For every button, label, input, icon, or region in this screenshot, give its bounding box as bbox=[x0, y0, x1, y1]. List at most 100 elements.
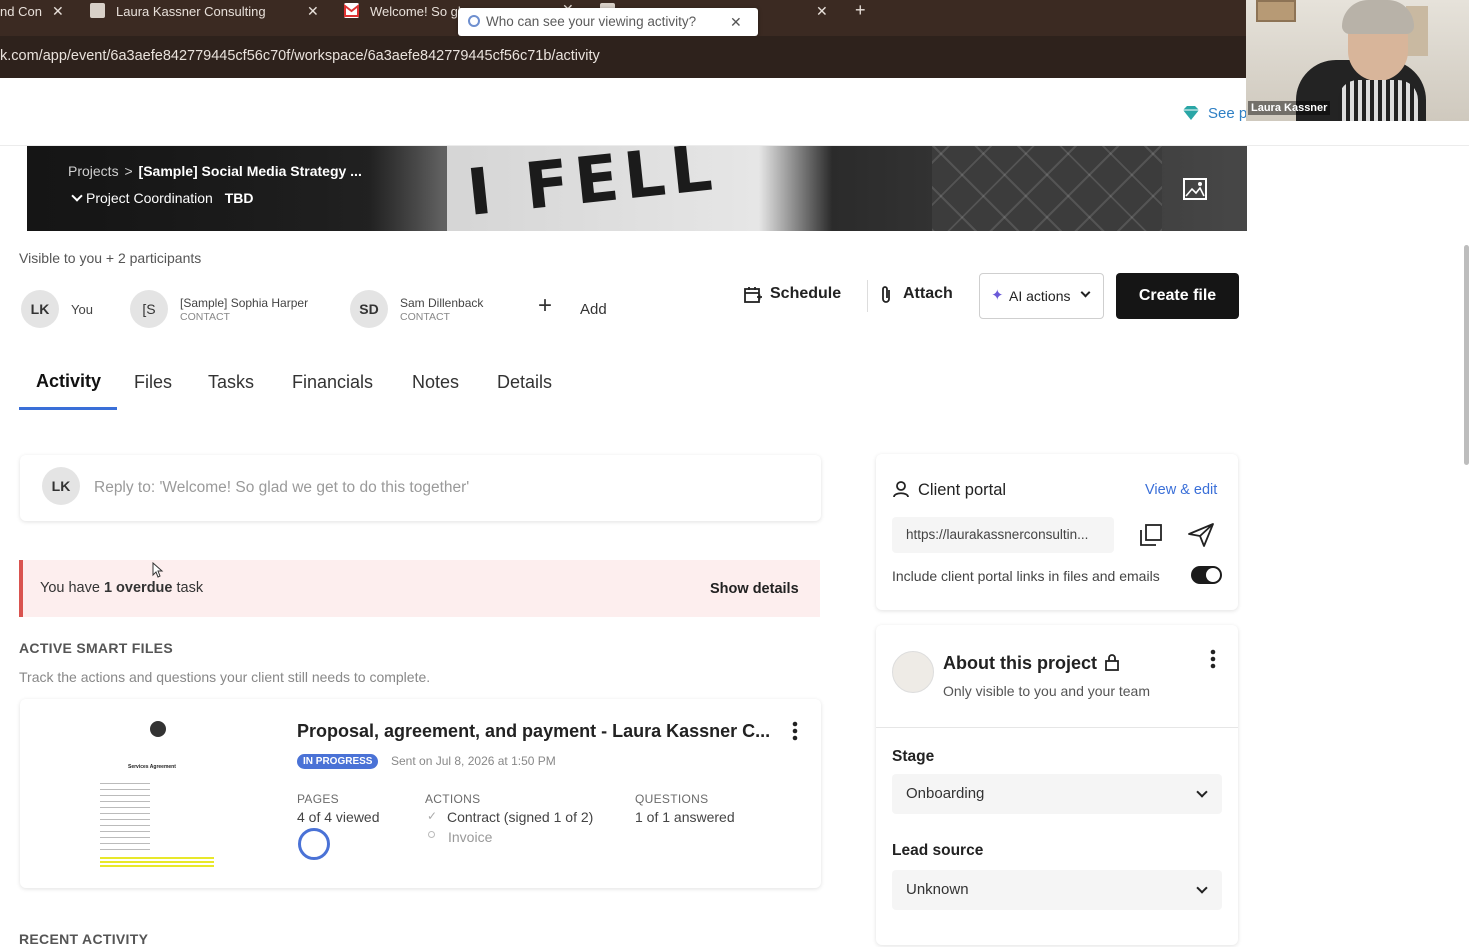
tab-tasks[interactable]: Tasks bbox=[208, 372, 254, 393]
add-participant-button[interactable]: + Add bbox=[530, 292, 620, 328]
smart-files-heading: ACTIVE SMART FILES bbox=[19, 640, 173, 656]
create-file-button[interactable]: Create file bbox=[1116, 273, 1239, 319]
gmail-icon bbox=[344, 3, 359, 18]
participant-role: CONTACT bbox=[180, 311, 230, 323]
avatar[interactable]: LK bbox=[21, 290, 59, 328]
smart-file-card[interactable]: Services Agreement Proposal, agreement, … bbox=[20, 699, 821, 888]
show-details-button[interactable]: Show details bbox=[710, 581, 799, 597]
logo-mark bbox=[150, 721, 166, 737]
viewing-activity-popup[interactable]: Who can see your viewing activity? ✕ bbox=[458, 8, 758, 36]
change-cover-image-icon[interactable] bbox=[1183, 178, 1207, 205]
avatar[interactable]: [S bbox=[130, 290, 168, 328]
active-tab-indicator bbox=[19, 407, 117, 410]
person-hair bbox=[1342, 0, 1414, 34]
lead-source-value: Unknown bbox=[906, 881, 969, 898]
attach-label: Attach bbox=[903, 285, 953, 302]
overdue-text: You have 1 overdue task bbox=[40, 580, 203, 596]
avatar[interactable]: SD bbox=[350, 290, 388, 328]
overdue-suffix: task bbox=[172, 580, 204, 596]
calendar-icon bbox=[744, 286, 762, 309]
chevron-down-icon bbox=[1196, 786, 1208, 798]
participant-name: [Sample] Sophia Harper bbox=[180, 296, 309, 310]
about-project-card: About this project Only visible to you a… bbox=[876, 625, 1238, 945]
section-tabs: Activity Files Tasks Financials Notes De… bbox=[0, 368, 800, 412]
plus-icon: + bbox=[538, 292, 553, 319]
recent-activity-heading: RECENT ACTIVITY bbox=[19, 931, 149, 947]
more-options-icon[interactable] bbox=[792, 721, 798, 746]
questions-label: QUESTIONS bbox=[635, 792, 709, 806]
questions-value: 1 of 1 answered bbox=[635, 809, 735, 825]
close-icon[interactable]: ✕ bbox=[307, 1, 319, 21]
browser-tab[interactable]: Welcome! So gl bbox=[342, 0, 462, 22]
portal-link-text: https://laurakassnerconsultin... bbox=[906, 527, 1089, 542]
action-invoice: Invoice bbox=[448, 829, 493, 845]
tab-label: Welcome! So gl bbox=[370, 4, 461, 19]
actions-label: ACTIONS bbox=[425, 792, 481, 806]
lead-source-label: Lead source bbox=[892, 842, 984, 859]
copy-icon[interactable] bbox=[1140, 524, 1162, 551]
stage-label: Stage bbox=[892, 748, 935, 765]
wall-frame bbox=[1256, 0, 1296, 22]
tab-notes[interactable]: Notes bbox=[412, 372, 459, 393]
chevron-down-icon bbox=[71, 190, 83, 202]
divider bbox=[867, 280, 868, 312]
breadcrumb-separator: > bbox=[124, 163, 133, 179]
project-name[interactable]: [Sample] Social Media Strategy ... bbox=[139, 163, 362, 179]
avatar: LK bbox=[42, 467, 80, 505]
view-edit-link[interactable]: View & edit bbox=[1145, 482, 1217, 498]
close-icon[interactable]: ✕ bbox=[816, 1, 828, 21]
reply-placeholder: Reply to: 'Welcome! So glad we get to do… bbox=[94, 479, 470, 496]
close-icon[interactable]: ✕ bbox=[730, 8, 742, 36]
pending-dot-icon bbox=[428, 831, 435, 838]
tab-activity[interactable]: Activity bbox=[36, 371, 101, 392]
tab-files[interactable]: Files bbox=[134, 372, 172, 393]
tab-details[interactable]: Details bbox=[497, 372, 552, 393]
tab-label: Laura Kassner Consulting bbox=[116, 4, 266, 19]
progress-ring bbox=[298, 828, 330, 860]
pipeline-name: Project Coordination bbox=[86, 190, 213, 206]
client-portal-title: Client portal bbox=[918, 481, 1007, 499]
page-scrollbar[interactable] bbox=[1464, 245, 1469, 465]
include-links-label: Include client portal links in files and… bbox=[892, 568, 1160, 584]
url-text: k.com/app/event/6a3aefe842779445cf56c70f… bbox=[0, 48, 600, 64]
about-title: About this project bbox=[943, 653, 1097, 673]
close-icon[interactable]: ✕ bbox=[52, 1, 64, 21]
overdue-alert: You have 1 overdue task Show details bbox=[19, 560, 820, 617]
toggle-knob bbox=[1206, 568, 1220, 582]
status-badge: IN PROGRESS bbox=[297, 754, 379, 769]
caller-name: Laura Kassner bbox=[1248, 101, 1331, 115]
breadcrumb-projects-link[interactable]: Projects bbox=[68, 163, 119, 179]
file-thumbnail[interactable]: Services Agreement bbox=[90, 711, 230, 871]
participant-role: CONTACT bbox=[400, 311, 450, 323]
participant-name: Sam Dillenback bbox=[400, 296, 484, 310]
tab-label: nd Con bbox=[0, 4, 42, 19]
smart-file-title[interactable]: Proposal, agreement, and payment - Laura… bbox=[297, 721, 770, 742]
about-subtitle: Only visible to you and your team bbox=[943, 683, 1150, 699]
people-icon bbox=[468, 15, 480, 27]
stage-select[interactable]: Onboarding bbox=[892, 774, 1222, 814]
new-tab-button[interactable]: + bbox=[855, 0, 866, 21]
chevron-down-icon bbox=[1080, 287, 1091, 298]
more-options-icon[interactable] bbox=[1210, 649, 1216, 674]
browser-tab[interactable]: Laura Kassner Consulting ✕ bbox=[88, 0, 328, 22]
see-plans-link[interactable]: See p bbox=[1208, 105, 1247, 122]
include-links-toggle[interactable] bbox=[1191, 566, 1222, 584]
lead-source-select[interactable]: Unknown bbox=[892, 870, 1222, 910]
project-banner: I FELL Projects > [Sample] Social Media … bbox=[27, 146, 1247, 231]
project-logo bbox=[892, 651, 934, 693]
sparkle-icon: ✦ bbox=[991, 287, 1004, 304]
participant-name: You bbox=[71, 302, 93, 317]
lock-icon bbox=[1105, 654, 1119, 676]
send-icon[interactable] bbox=[1188, 523, 1214, 552]
portal-link-field[interactable]: https://laurakassnerconsultin... bbox=[892, 517, 1114, 553]
browser-tab[interactable]: nd Con ✕ bbox=[0, 0, 70, 22]
tab-financials[interactable]: Financials bbox=[292, 372, 373, 393]
mouse-cursor-icon bbox=[152, 561, 164, 583]
pipeline-selector[interactable]: Project Coordination TBD bbox=[71, 190, 254, 206]
thumb-title: Services Agreement bbox=[128, 764, 176, 770]
person-shirt bbox=[1338, 80, 1418, 121]
banner-shade bbox=[27, 146, 447, 231]
banner-pattern bbox=[932, 146, 1162, 231]
ai-actions-button[interactable]: ✦ AI actions bbox=[979, 273, 1104, 319]
reply-box[interactable]: LK Reply to: 'Welcome! So glad we get to… bbox=[20, 455, 821, 521]
